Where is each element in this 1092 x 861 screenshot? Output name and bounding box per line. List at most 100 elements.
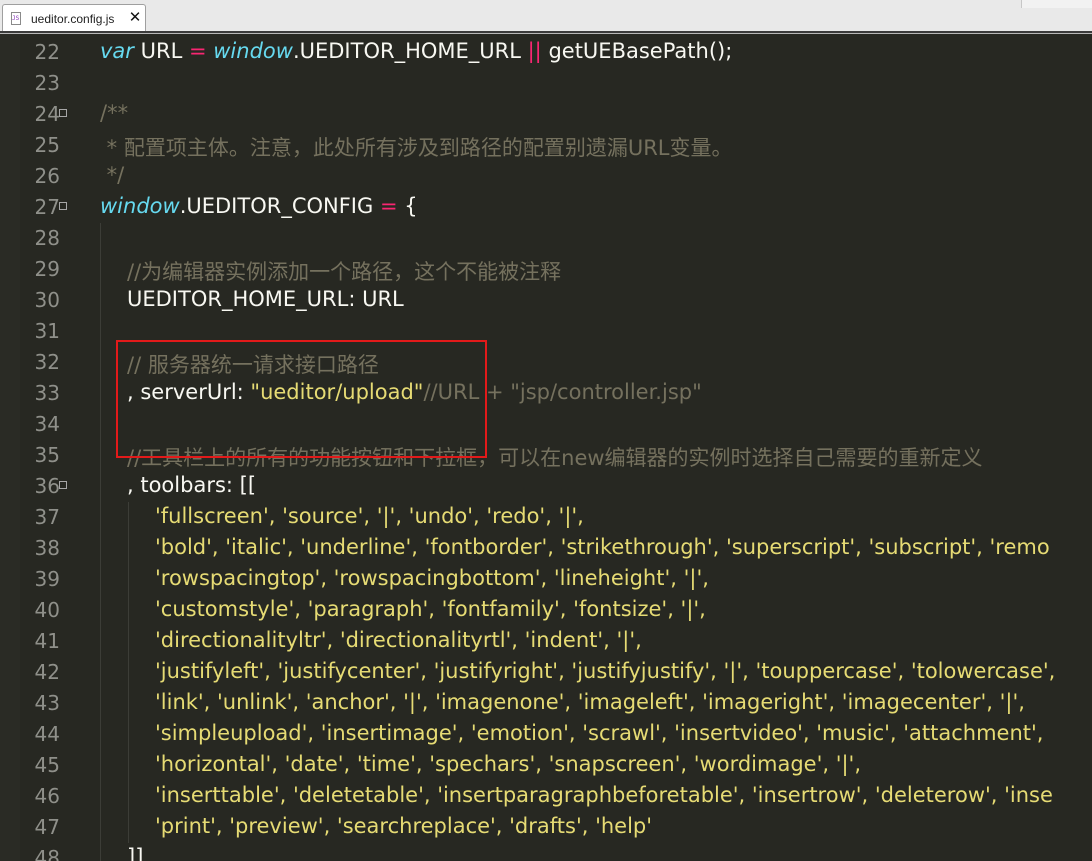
code-token: window <box>213 39 293 63</box>
indent-guide <box>100 409 101 440</box>
code-line[interactable]: 41 'directionalityltr', 'directionalityrt… <box>0 626 1092 657</box>
indent-guide <box>100 378 101 409</box>
code-token: 'fullscreen', 'source', '|', 'undo', 're… <box>155 504 584 528</box>
code-line[interactable]: 45 'horizontal', 'date', 'time', 'spechar… <box>0 750 1092 781</box>
indent-guide <box>128 750 129 781</box>
line-number: 41 <box>34 629 60 653</box>
code-line[interactable]: 39 'rowspacingtop', 'rowspacingbottom', '… <box>0 564 1092 595</box>
line-number: 33 <box>34 381 60 405</box>
code-line[interactable]: 47 'print', 'preview', 'searchreplace', '… <box>0 812 1092 843</box>
code-line[interactable]: 44 'simpleupload', 'insertimage', 'emotio… <box>0 719 1092 750</box>
line-number: 23 <box>34 71 60 95</box>
code-line[interactable]: 27 window.UEDITOR_CONFIG = { <box>0 192 1092 223</box>
indent-guide <box>100 657 101 688</box>
code-token: 'inserttable', 'deletetable', 'insertpar… <box>155 783 1053 807</box>
code-token: 'rowspacingtop', 'rowspacingbottom', 'li… <box>155 566 709 590</box>
line-number: 24 <box>34 102 60 126</box>
line-number: 27 <box>34 195 60 219</box>
indent-guide <box>100 285 101 316</box>
code-text: 'link', 'unlink', 'anchor', '|', 'imagen… <box>155 690 1025 714</box>
indent-guide <box>128 595 129 626</box>
code-line[interactable]: 26 */ <box>0 161 1092 192</box>
code-line[interactable]: 36 , toolbars: [[ <box>0 471 1092 502</box>
fold-toggle-icon[interactable] <box>59 481 67 489</box>
indent-guide <box>128 502 129 533</box>
code-line[interactable]: 43 'link', 'unlink', 'anchor', '|', 'imag… <box>0 688 1092 719</box>
code-token: getUEBasePath(); <box>541 39 733 63</box>
code-text: 'directionalityltr', 'directionalityrtl'… <box>155 628 642 652</box>
file-tab[interactable]: ueditor.config.js ✕ <box>2 4 146 32</box>
code-text: ]] <box>127 845 143 861</box>
code-line[interactable]: 23 <box>0 68 1092 99</box>
close-icon[interactable]: ✕ <box>127 9 143 25</box>
code-text: 'fullscreen', 'source', '|', 'undo', 're… <box>155 504 584 528</box>
code-token: 'directionalityltr', 'directionalityrtl'… <box>155 628 642 652</box>
indent-guide <box>100 440 101 471</box>
code-line[interactable]: 38 'bold', 'italic', 'underline', 'fontbo… <box>0 533 1092 564</box>
indent-guide <box>128 533 129 564</box>
indent-guide <box>128 657 129 688</box>
indent-guide <box>100 254 101 285</box>
indent-guide <box>128 688 129 719</box>
indent-guide <box>128 626 129 657</box>
code-line[interactable]: 29 //为编辑器实例添加一个路径，这个不能被注释 <box>0 254 1092 285</box>
code-text: 'simpleupload', 'insertimage', 'emotion'… <box>155 721 1043 745</box>
code-text: 'rowspacingtop', 'rowspacingbottom', 'li… <box>155 566 709 590</box>
code-editor[interactable]: 22 var URL = window.UEDITOR_HOME_URL || g… <box>0 34 1092 861</box>
tab-title: ueditor.config.js <box>31 12 115 26</box>
line-number: 22 <box>34 40 60 64</box>
code-line[interactable]: 25 * 配置项主体。注意，此处所有涉及到路径的配置别遗漏URL变量。 <box>0 130 1092 161</box>
indent-guide <box>100 533 101 564</box>
line-number: 37 <box>34 505 60 529</box>
line-number: 43 <box>34 691 60 715</box>
code-text: var URL = window.UEDITOR_HOME_URL || get… <box>100 39 732 63</box>
code-text: /** <box>100 101 128 125</box>
line-number: 25 <box>34 133 60 157</box>
code-line[interactable]: 22 var URL = window.UEDITOR_HOME_URL || g… <box>0 37 1092 68</box>
code-token: window <box>100 194 180 218</box>
line-number: 26 <box>34 164 60 188</box>
code-text: //为编辑器实例添加一个路径，这个不能被注释 <box>127 256 561 286</box>
line-number: 28 <box>34 226 60 250</box>
code-text: UEDITOR_HOME_URL: URL <box>127 287 404 311</box>
code-token: /** <box>100 101 129 125</box>
code-line[interactable]: 30 UEDITOR_HOME_URL: URL <box>0 285 1092 316</box>
indent-guide <box>100 471 101 502</box>
js-file-icon <box>11 12 21 25</box>
indent-guide <box>100 843 101 861</box>
fold-toggle-icon[interactable] <box>59 202 67 210</box>
indent-guide <box>128 812 129 843</box>
code-token: 'print', 'preview', 'searchreplace', 'dr… <box>155 814 653 838</box>
code-text: window.UEDITOR_CONFIG = { <box>100 194 418 218</box>
line-number: 42 <box>34 660 60 684</box>
code-token: 'customstyle', 'paragraph', 'fontfamily'… <box>155 597 706 621</box>
code-line[interactable]: 42 'justifyleft', 'justifycenter', 'justi… <box>0 657 1092 688</box>
tab-bar: ueditor.config.js ✕ <box>0 0 1092 34</box>
code-token: var <box>100 39 134 63</box>
line-number: 31 <box>34 319 60 343</box>
line-number: 47 <box>34 815 60 839</box>
line-number: 46 <box>34 784 60 808</box>
indent-guide <box>100 502 101 533</box>
code-line[interactable]: 24 /** <box>0 99 1092 130</box>
line-number: 30 <box>34 288 60 312</box>
indent-guide <box>100 688 101 719</box>
code-line[interactable]: 37 'fullscreen', 'source', '|', 'undo', '… <box>0 502 1092 533</box>
code-line[interactable]: 48]] <box>0 843 1092 861</box>
code-text: 'print', 'preview', 'searchreplace', 'dr… <box>155 814 652 838</box>
code-token: * 配置项主体。注意，此处所有涉及到路径的配置别遗漏URL变量。 <box>100 136 733 160</box>
indent-guide <box>100 595 101 626</box>
code-line[interactable]: 28 <box>0 223 1092 254</box>
code-token: || <box>527 39 542 63</box>
code-text: */ <box>100 163 125 187</box>
code-token: = <box>188 39 207 63</box>
code-text: 'bold', 'italic', 'underline', 'fontbord… <box>155 535 1050 559</box>
code-text: 'horizontal', 'date', 'time', 'spechars'… <box>155 752 861 776</box>
indent-guide <box>100 781 101 812</box>
line-number: 35 <box>34 443 60 467</box>
code-line[interactable]: 46 'inserttable', 'deletetable', 'insertp… <box>0 781 1092 812</box>
indent-guide <box>100 719 101 750</box>
fold-toggle-icon[interactable] <box>59 109 67 117</box>
code-line[interactable]: 40 'customstyle', 'paragraph', 'fontfamil… <box>0 595 1092 626</box>
code-token: 'bold', 'italic', 'underline', 'fontbord… <box>155 535 1050 559</box>
